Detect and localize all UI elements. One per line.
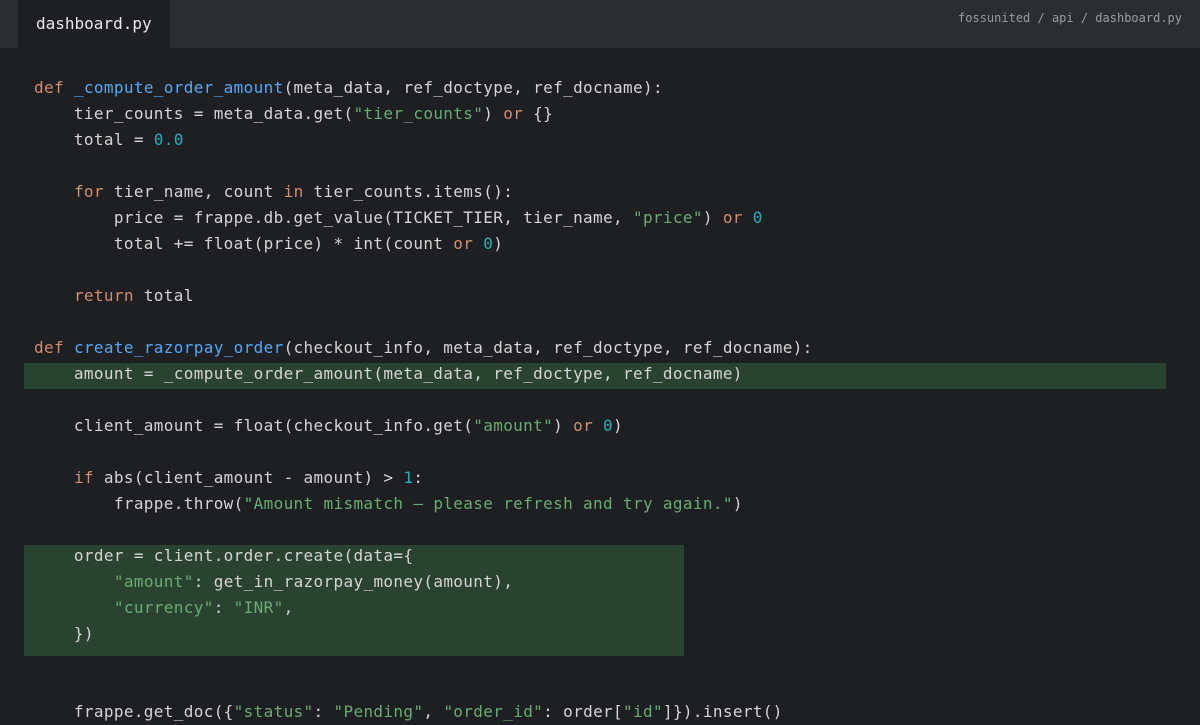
code-line[interactable]: if abs(client_amount - amount) > 1: (34, 465, 813, 491)
code-token: 0 (483, 234, 494, 253)
code-token: amount = _compute_order_amount(meta_data… (34, 364, 743, 383)
code-token: "INR" (233, 598, 284, 617)
code-token: or (573, 416, 594, 435)
code-token: "order_id" (443, 702, 544, 721)
code-line[interactable]: return total (34, 283, 813, 309)
code-line[interactable]: frappe.throw("Amount mismatch — please r… (34, 491, 813, 517)
editor-tab-bar: dashboard.py fossunited / api / dashboar… (0, 0, 1200, 48)
code-token: : (413, 468, 424, 487)
code-line[interactable]: def create_razorpay_order(checkout_info,… (34, 335, 813, 361)
code-line[interactable]: }) (34, 621, 813, 647)
code-token: client_amount = float(checkout_info.get( (34, 416, 474, 435)
code-line[interactable]: def _compute_order_amount(meta_data, ref… (34, 75, 813, 101)
code-token: (checkout_info, meta_data, ref_doctype, … (283, 338, 813, 357)
code-token: tier_counts.items(): (303, 182, 514, 201)
code-token: "price" (632, 208, 703, 227)
code-token: , (423, 702, 444, 721)
code-token: (meta_data, ref_doctype, ref_docname): (283, 78, 663, 97)
code-token: return (73, 286, 134, 305)
code-token: : (213, 598, 234, 617)
code-token: "amount" (113, 572, 194, 591)
code-token: ]}).insert() (662, 702, 783, 721)
code-token: : order[ (543, 702, 624, 721)
code-token: in (283, 182, 304, 201)
code-token: "tier_counts" (353, 104, 484, 123)
code-token: total += float(price) * int(count (34, 234, 454, 253)
code-token: : (313, 702, 334, 721)
code-line[interactable]: frappe.get_doc({"status": "Pending", "or… (34, 699, 813, 725)
code-token: ) (553, 416, 574, 435)
code-token: , (283, 598, 294, 617)
code-token: 1 (403, 468, 414, 487)
code-token: "status" (233, 702, 314, 721)
code-token: order = client.order.create(data={ (34, 546, 414, 565)
code-token: _compute_order_amount (73, 78, 284, 97)
code-token: total (133, 286, 194, 305)
code-token: "Pending" (333, 702, 424, 721)
code-token: for (73, 182, 104, 201)
code-token: ) (483, 104, 504, 123)
code-token: def (34, 338, 74, 357)
code-token: ) (613, 416, 624, 435)
code-token: tier_counts = meta_data.get( (34, 104, 354, 123)
code-line[interactable] (34, 387, 813, 413)
code-line[interactable] (34, 309, 813, 335)
code-token: "amount" (473, 416, 554, 435)
code-token: "currency" (113, 598, 214, 617)
code-line[interactable]: "currency": "INR", (34, 595, 813, 621)
code-token: "Amount mismatch — please refresh and tr… (243, 494, 733, 513)
code-line[interactable]: for tier_name, count in tier_counts.item… (34, 179, 813, 205)
code-line[interactable] (34, 257, 813, 283)
code-token: create_razorpay_order (73, 338, 284, 357)
code-line[interactable] (34, 673, 813, 699)
code-editor[interactable]: def _compute_order_amount(meta_data, ref… (34, 75, 813, 725)
code-token: total = (34, 130, 154, 149)
code-line[interactable]: amount = _compute_order_amount(meta_data… (34, 361, 813, 387)
code-token: ) (732, 494, 743, 513)
code-line[interactable] (34, 439, 813, 465)
code-token: abs(client_amount - amount) > (93, 468, 404, 487)
code-token: "id" (623, 702, 663, 721)
code-token: }) (34, 624, 94, 643)
code-line[interactable]: price = frappe.db.get_value(TICKET_TIER,… (34, 205, 813, 231)
code-token: or (503, 104, 524, 123)
code-token: ) (702, 208, 723, 227)
code-line[interactable]: client_amount = float(checkout_info.get(… (34, 413, 813, 439)
code-token: 0.0 (153, 130, 184, 149)
code-token: frappe.throw( (34, 494, 244, 513)
code-line[interactable]: tier_counts = meta_data.get("tier_counts… (34, 101, 813, 127)
code-line[interactable]: total = 0.0 (34, 127, 813, 153)
code-line[interactable]: "amount": get_in_razorpay_money(amount), (34, 569, 813, 595)
code-token: or (722, 208, 743, 227)
code-token: : get_in_razorpay_money(amount), (193, 572, 514, 591)
code-token: 0 (752, 208, 763, 227)
code-line[interactable] (34, 647, 813, 673)
code-token: price = frappe.db.get_value(TICKET_TIER,… (34, 208, 633, 227)
code-token: if (73, 468, 94, 487)
code-line[interactable]: total += float(price) * int(count or 0) (34, 231, 813, 257)
code-token: frappe.get_doc({ (34, 702, 234, 721)
code-token: {} (523, 104, 554, 123)
code-line[interactable] (34, 153, 813, 179)
code-line[interactable] (34, 517, 813, 543)
code-token: or (453, 234, 474, 253)
code-line[interactable]: order = client.order.create(data={ (34, 543, 813, 569)
code-token: def (34, 78, 74, 97)
tab-dashboard-py[interactable]: dashboard.py (18, 0, 170, 48)
code-token: ) (493, 234, 504, 253)
breadcrumb: fossunited / api / dashboard.py (958, 11, 1182, 25)
code-token: tier_name, count (103, 182, 284, 201)
code-token: 0 (603, 416, 614, 435)
